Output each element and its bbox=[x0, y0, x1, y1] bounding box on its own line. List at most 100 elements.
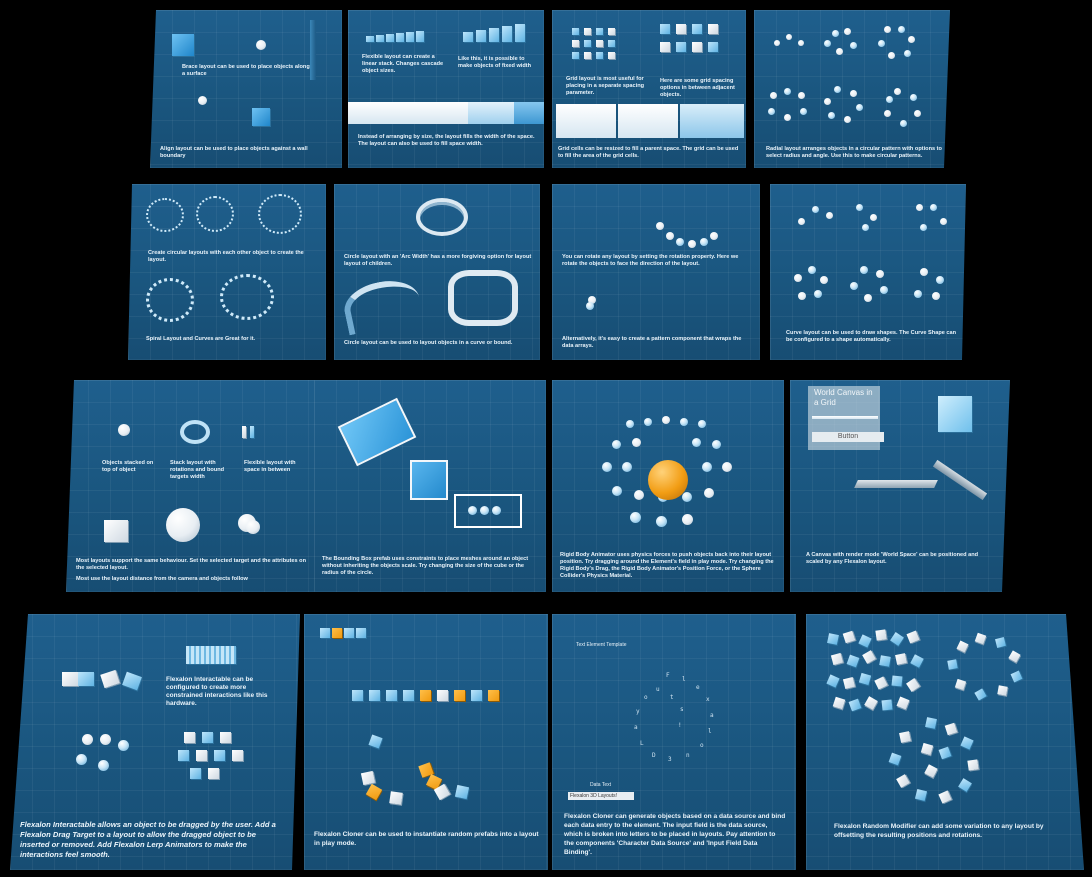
ball bbox=[612, 486, 622, 496]
cube bbox=[250, 426, 254, 438]
fill-bar bbox=[348, 102, 468, 124]
cube bbox=[584, 52, 591, 59]
data-text-input[interactable]: Flexalon 3D Layouts! bbox=[568, 792, 634, 800]
cube bbox=[692, 42, 702, 52]
cube bbox=[896, 774, 910, 788]
cube bbox=[847, 655, 860, 668]
ball bbox=[676, 238, 684, 246]
ball bbox=[900, 120, 907, 127]
cube bbox=[915, 789, 927, 801]
ball bbox=[712, 440, 721, 449]
spiral-letter: l bbox=[682, 676, 686, 683]
ball bbox=[770, 92, 777, 99]
spiral-letter: L bbox=[640, 740, 644, 747]
cube bbox=[1008, 650, 1020, 662]
cube bbox=[389, 791, 403, 805]
ball bbox=[774, 40, 780, 46]
blue-cube bbox=[172, 34, 194, 56]
ball bbox=[856, 204, 863, 211]
large-ball bbox=[166, 508, 200, 542]
ball bbox=[492, 506, 501, 515]
cube-grid bbox=[174, 732, 254, 792]
caption-rotation-2: Alternatively, it's easy to create a pat… bbox=[562, 336, 742, 349]
grid-cell bbox=[556, 104, 616, 138]
demo-panel-cloner-random: Flexalon Cloner can be used to instantia… bbox=[304, 614, 548, 870]
spiral-ring bbox=[196, 196, 234, 232]
caption-interactable-1: Flexalon Interactable can be configured … bbox=[166, 676, 268, 707]
caption-cloner-random: Flexalon Cloner can be used to instantia… bbox=[314, 831, 539, 847]
ball bbox=[914, 290, 922, 298]
ball bbox=[910, 94, 917, 101]
cube bbox=[178, 750, 189, 761]
ball bbox=[884, 26, 891, 33]
world-canvas-button[interactable]: Button bbox=[812, 432, 884, 442]
ball bbox=[710, 232, 718, 240]
caption-stacking-3: Flexible layout with space in between bbox=[244, 460, 296, 473]
caption-grid-3: Grid cells can be resized to fill a pare… bbox=[558, 146, 739, 159]
cube bbox=[843, 677, 855, 689]
cube bbox=[376, 35, 384, 42]
orange-sphere[interactable] bbox=[648, 460, 688, 500]
ball bbox=[798, 92, 805, 99]
cube bbox=[947, 659, 957, 669]
spiral-letter: a bbox=[710, 712, 714, 719]
cube bbox=[938, 790, 951, 803]
caption-stacking-2: Stack layout with rotations and bound ta… bbox=[170, 460, 225, 480]
cube bbox=[676, 24, 686, 34]
caption-curve: Curve layout can be used to draw shapes.… bbox=[786, 330, 957, 343]
ball bbox=[98, 760, 109, 771]
ball bbox=[468, 506, 477, 515]
ball bbox=[662, 416, 670, 424]
canvas-slider[interactable] bbox=[812, 416, 878, 419]
cube bbox=[956, 640, 968, 652]
cube bbox=[584, 28, 591, 35]
cube bbox=[416, 31, 424, 42]
cube bbox=[352, 690, 363, 701]
ball bbox=[798, 40, 804, 46]
ball bbox=[836, 48, 843, 55]
ball bbox=[634, 490, 644, 500]
draggable-cube[interactable] bbox=[122, 672, 142, 691]
ball bbox=[682, 492, 692, 502]
ball bbox=[876, 270, 884, 278]
cube bbox=[572, 28, 579, 35]
spiral-letter: 3 bbox=[668, 756, 672, 763]
ball bbox=[862, 224, 869, 231]
draggable-cube[interactable] bbox=[100, 670, 120, 688]
spiral-letter: F bbox=[666, 672, 670, 679]
demo-panel-random-modifier: Flexalon Random Modifier can add some va… bbox=[806, 614, 1084, 870]
draggable-cube[interactable] bbox=[78, 672, 94, 686]
keyboard-cube[interactable] bbox=[186, 646, 236, 664]
ball bbox=[688, 240, 696, 248]
cube bbox=[190, 768, 201, 779]
ball bbox=[940, 218, 947, 225]
spiral-letter: t bbox=[670, 694, 674, 701]
ball bbox=[698, 420, 706, 428]
ball bbox=[880, 286, 888, 294]
ball bbox=[864, 294, 872, 302]
ball bbox=[480, 506, 489, 515]
cube bbox=[196, 750, 207, 761]
ball bbox=[798, 218, 805, 225]
scene-viewport[interactable]: Brace layout can be used to place object… bbox=[0, 0, 1092, 877]
ball bbox=[700, 238, 708, 246]
ball bbox=[622, 462, 632, 472]
ball bbox=[682, 514, 693, 525]
cube bbox=[958, 778, 972, 792]
draggable-cube[interactable] bbox=[62, 672, 78, 686]
ball bbox=[878, 40, 885, 47]
cube bbox=[214, 750, 225, 761]
cube bbox=[896, 696, 909, 709]
ball bbox=[800, 108, 807, 115]
ball bbox=[834, 86, 841, 93]
ball bbox=[814, 290, 822, 298]
demo-panel-align: Brace layout can be used to place object… bbox=[150, 10, 342, 168]
cube bbox=[660, 42, 670, 52]
arc-shape bbox=[340, 274, 424, 336]
curve-bottom bbox=[770, 260, 966, 320]
demo-panel-spiral: Create circular layouts with each other … bbox=[128, 184, 326, 360]
caption-data-binding: Flexalon Cloner can generate objects bas… bbox=[564, 813, 786, 856]
cube bbox=[921, 743, 933, 755]
ball bbox=[888, 52, 895, 59]
ball bbox=[784, 114, 791, 121]
